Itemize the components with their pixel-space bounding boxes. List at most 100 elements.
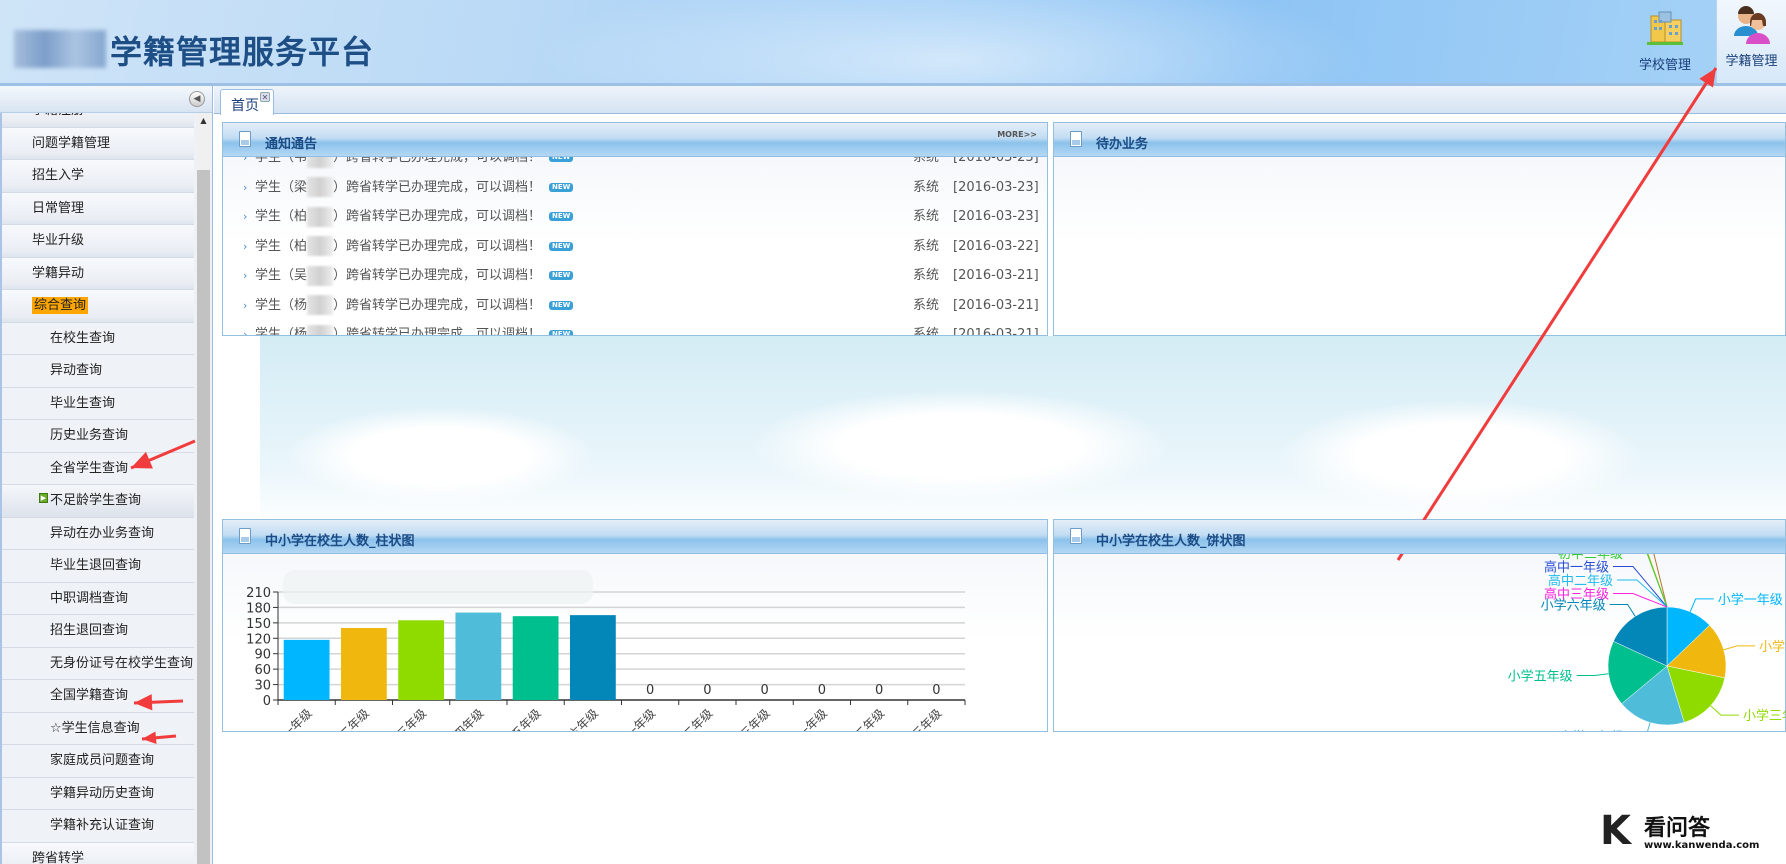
new-badge: NEW — [549, 182, 574, 192]
main-content: 首页 ✕ 通知通告 MORE>> › 学生（韦 ）跨省转学已办理完成，可以调档！ NE… — [214, 86, 1786, 864]
more-link[interactable]: MORE>> — [997, 130, 1037, 139]
watermark-url: www.kanwenda.com — [1644, 840, 1760, 851]
notice-row[interactable]: › 学生（吴 ）跨省转学已办理完成，可以调档！ NEW 系统 [2016-03-21] — [223, 261, 1047, 291]
sidebar-item[interactable]: 异动查询 — [2, 355, 194, 388]
sidebar-item-label: 异动在办业务查询 — [50, 525, 155, 541]
notice-link[interactable]: 学生（梁 ）跨省转学已办理完成，可以调档！ NEW — [255, 173, 574, 203]
notice-link[interactable]: 学生（杨 ）跨省转学已办理完成，可以调档！ NEW — [255, 291, 574, 321]
sidebar-item[interactable]: ☆学生信息查询 — [2, 712, 194, 745]
sidebar-item-label: 学籍注册 — [32, 113, 84, 118]
sidebar-menu: 学籍注册问题学籍管理招生入学日常管理毕业升级学籍异动综合查询在校生查询异动查询毕… — [0, 113, 194, 864]
notice-source: 系统 — [913, 297, 940, 313]
sidebar-item[interactable]: 毕业生退回查询 — [2, 550, 194, 583]
notice-source: 系统 — [913, 327, 940, 335]
sidebar-item[interactable]: 全省学生查询 — [2, 452, 194, 485]
pie-chart-panel: 中小学在校生人数_饼状图 小学一年级小学二年级小学三年级小学四年级小学五年级小学… — [1053, 519, 1786, 732]
nav-school-management[interactable]: 学校管理 — [1630, 4, 1700, 83]
tab-home[interactable]: 首页 ✕ — [220, 89, 274, 115]
chevron-right-icon: › — [243, 269, 248, 282]
tab-label: 首页 — [231, 98, 259, 114]
sidebar-item[interactable]: 全国学籍查询 — [2, 680, 194, 713]
notice-date: [2016-03-23] — [953, 209, 1039, 224]
scroll-up-arrow-icon[interactable]: ▲ — [196, 113, 211, 129]
notice-link[interactable]: 学生（杨 ）跨省转学已办理完成，可以调档！ NEW — [255, 320, 574, 335]
notice-panel: 通知通告 MORE>> › 学生（韦 ）跨省转学已办理完成，可以调档！ NEW 系统 [2… — [222, 122, 1048, 336]
sidebar-item-label: ☆学生信息查询 — [50, 720, 140, 736]
sidebar-item-label: 招生入学 — [32, 168, 85, 183]
pie-leader-line — [1609, 604, 1636, 617]
sidebar-item[interactable]: 异动在办业务查询 — [2, 517, 194, 550]
chevron-right-icon: › — [243, 210, 248, 223]
selected-arrow-icon: ▶ — [39, 493, 48, 503]
redacted-name — [307, 324, 334, 335]
new-badge: NEW — [549, 157, 574, 162]
bar-value-label: 0 — [760, 683, 768, 698]
sidebar-item[interactable]: ▶ 不足龄学生查询 — [2, 485, 194, 518]
sidebar-item-label: 学籍补充认证查询 — [50, 818, 155, 833]
scrollbar-thumb[interactable] — [197, 170, 210, 864]
sidebar-item[interactable]: 中职调档查询 — [2, 582, 194, 615]
sidebar-item[interactable]: 无身份证号在校学生查询 — [2, 647, 194, 680]
bar[interactable] — [340, 628, 387, 700]
notice-link[interactable]: 学生（吴 ）跨省转学已办理完成，可以调档！ NEW — [255, 261, 574, 291]
notice-row[interactable]: › 学生（梁 ）跨省转学已办理完成，可以调档！ NEW 系统 [2016-03-23] — [223, 173, 1047, 203]
notice-prefix: 学生（梁 — [255, 179, 308, 195]
sidebar-item[interactable]: 学籍异动历史查询 — [2, 777, 194, 810]
notice-date: [2016-03-23] — [953, 179, 1039, 195]
notice-suffix: ）跨省转学已办理完成，可以调档！ — [333, 209, 542, 224]
sidebar-item[interactable]: 招生退回查询 — [2, 615, 194, 648]
nav-label: 学校管理 — [1638, 58, 1691, 73]
sidebar-item-label: 招生退回查询 — [50, 623, 129, 638]
sidebar-item[interactable]: 在校生查询 — [2, 322, 194, 355]
nav-student-management[interactable]: 学籍管理 — [1716, 0, 1786, 83]
bar[interactable] — [569, 615, 616, 700]
sidebar-item[interactable]: 问题学籍管理 — [2, 127, 194, 160]
document-icon — [239, 528, 251, 544]
notice-link[interactable]: 学生（韦 ）跨省转学已办理完成，可以调档！ NEW — [255, 157, 574, 173]
pie-chart: 小学一年级小学二年级小学三年级小学四年级小学五年级小学六年级初中一年级初中二年级… — [1508, 520, 1785, 731]
bar-chart: 0306090120150180210小学一年级小学二年级小学三年级小学四年级小… — [246, 570, 966, 731]
notice-prefix: 学生（杨 — [255, 297, 308, 313]
bar[interactable] — [398, 620, 445, 700]
notice-row[interactable]: › 学生（柏 ）跨省转学已办理完成，可以调档！ NEW 系统 [2016-03-22] — [223, 232, 1047, 262]
notice-row[interactable]: › 学生（杨 ）跨省转学已办理完成，可以调档！ NEW 系统 [2016-03-21] — [223, 320, 1047, 335]
notice-row[interactable]: › 学生（韦 ）跨省转学已办理完成，可以调档！ NEW 系统 [2016-03-23] — [223, 157, 1047, 173]
notice-link[interactable]: 学生（柏 ）跨省转学已办理完成，可以调档！ NEW — [255, 202, 574, 232]
sidebar-item[interactable]: 学籍异动 — [2, 257, 194, 290]
redaction-blur — [283, 570, 593, 604]
sidebar-item[interactable]: 毕业生查询 — [2, 387, 194, 420]
panel-title: 中小学在校生人数_柱状图 — [265, 534, 415, 549]
sidebar-item-label: 在校生查询 — [50, 330, 116, 346]
sidebar-item[interactable]: 毕业升级 — [2, 225, 194, 258]
pie-label: 小学五年级 — [1508, 669, 1573, 685]
redacted-name — [307, 177, 334, 197]
sidebar-item-label: 全省学生查询 — [50, 460, 129, 476]
notice-prefix: 学生（杨 — [255, 327, 308, 335]
bar[interactable] — [455, 612, 502, 700]
bar-value-label: 0 — [646, 683, 654, 698]
school-building-icon — [1645, 8, 1685, 48]
y-tick-label: 210 — [246, 586, 271, 601]
sidebar-item[interactable]: 家庭成员问题查询 — [2, 745, 194, 778]
sidebar-scrollbar[interactable]: ▲ — [196, 113, 211, 864]
sidebar-item-label: 历史业务查询 — [50, 428, 129, 443]
sidebar-item[interactable]: 日常管理 — [2, 192, 194, 225]
close-icon[interactable]: ✕ — [260, 92, 270, 102]
bar[interactable] — [512, 616, 559, 700]
sidebar-item[interactable]: 综合查询 — [2, 290, 194, 323]
sidebar-item[interactable]: 学籍补充认证查询 — [2, 810, 194, 843]
sidebar-item[interactable]: 历史业务查询 — [2, 420, 194, 453]
sidebar-item[interactable]: 学籍注册 — [2, 113, 194, 128]
sidebar-item[interactable]: 招生入学 — [2, 160, 194, 193]
bar[interactable] — [283, 639, 330, 700]
notice-source: 系统 — [913, 157, 940, 165]
notice-link[interactable]: 学生（柏 ）跨省转学已办理完成，可以调档！ NEW — [255, 232, 574, 262]
collapse-sidebar-button[interactable]: ◀ — [189, 91, 205, 107]
notice-prefix: 学生（吴 — [255, 268, 308, 283]
sidebar-item-label: 全国学籍查询 — [50, 688, 129, 703]
notice-row[interactable]: › 学生（杨 ）跨省转学已办理完成，可以调档！ NEW 系统 [2016-03-21] — [223, 291, 1047, 321]
sidebar-item[interactable]: 跨省转学 — [2, 842, 194, 864]
notice-row[interactable]: › 学生（柏 ）跨省转学已办理完成，可以调档！ NEW 系统 [2016-03-23] — [223, 202, 1047, 232]
todo-panel: 待办业务 — [1053, 122, 1786, 336]
sidebar-item-label: 毕业生退回查询 — [50, 558, 142, 573]
